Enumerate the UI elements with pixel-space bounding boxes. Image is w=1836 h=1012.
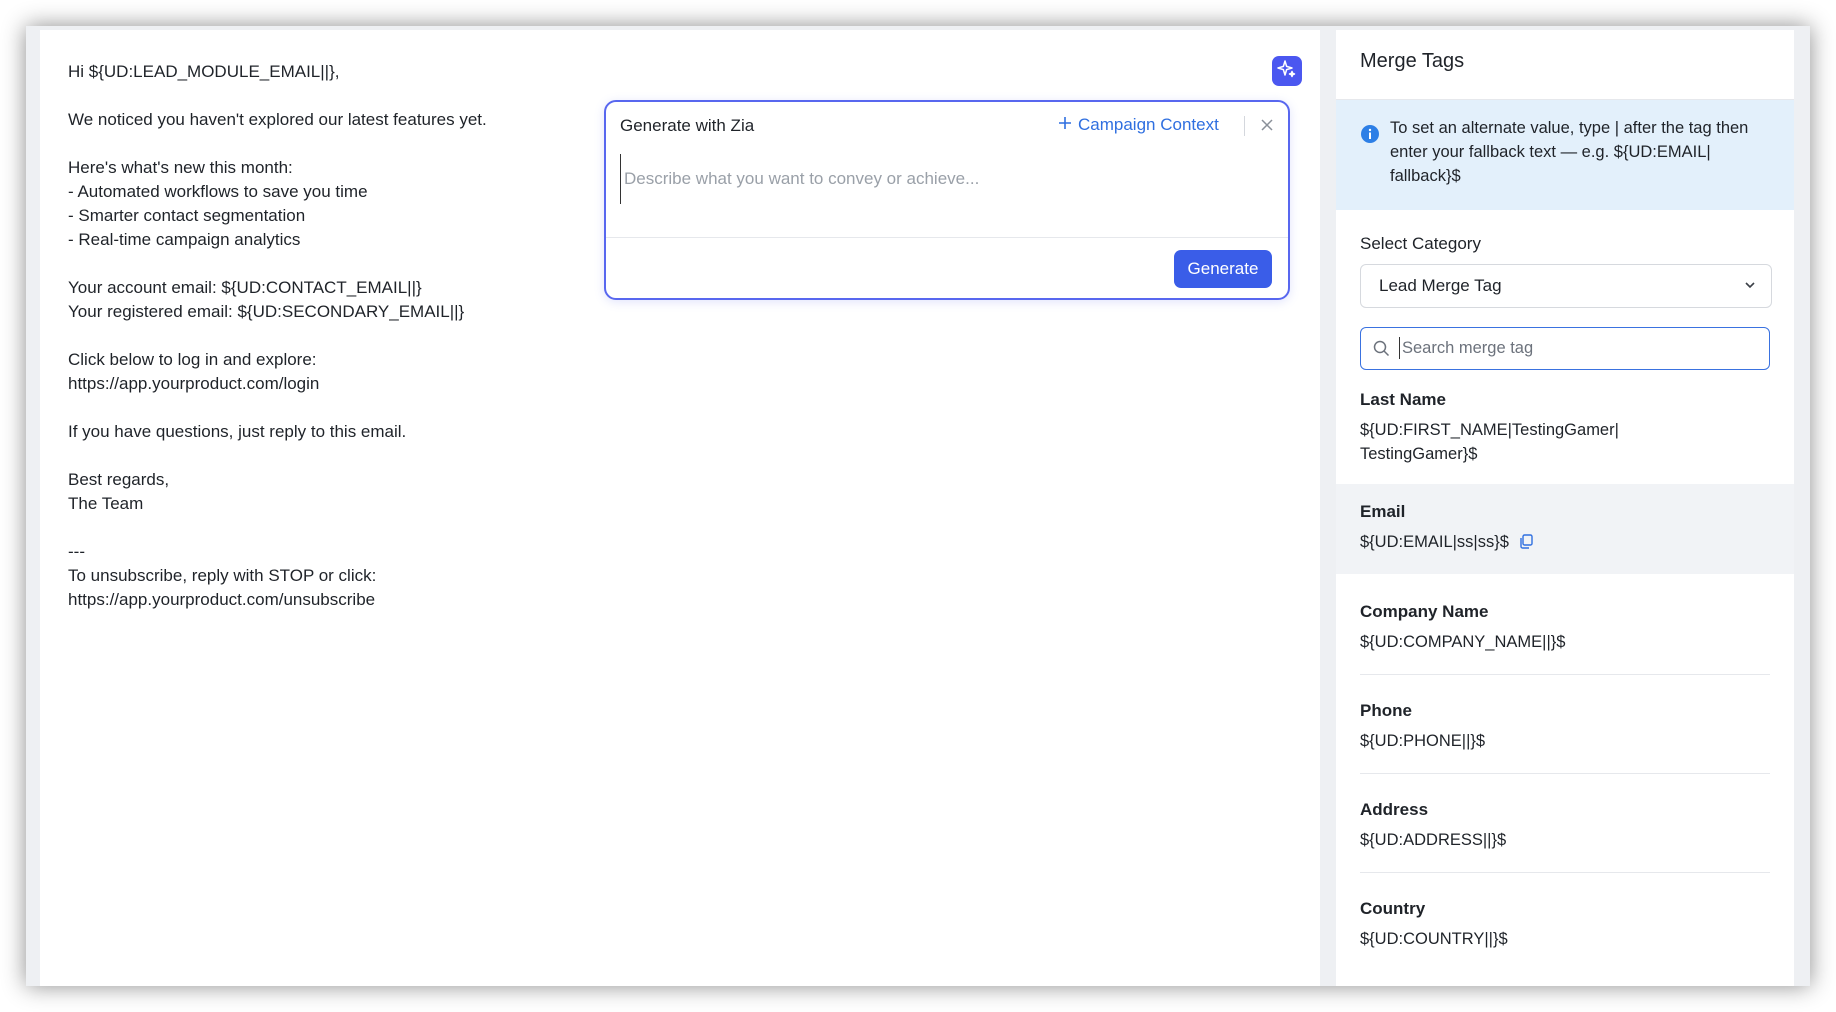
info-text: To set an alternate value, type | after … [1390,119,1749,185]
merge-tag-name: Address [1360,800,1429,819]
email-line: Your account email: ${UD:CONTACT_EMAIL||… [68,278,422,297]
campaign-context-label: Campaign Context [1078,115,1219,134]
merge-tag-item[interactable]: Last Name ${UD:FIRST_NAME|TestingGamer| T… [1336,390,1794,484]
merge-tag-list: Last Name ${UD:FIRST_NAME|TestingGamer| T… [1336,390,1794,971]
search-box[interactable] [1360,327,1770,370]
merge-tag-name: Company Name [1360,602,1489,621]
email-body[interactable]: Hi ${UD:LEAD_MODULE_EMAIL||}, We noticed… [68,60,628,612]
generate-button[interactable]: Generate [1174,250,1272,288]
search-icon [1373,340,1390,362]
info-icon [1360,124,1380,144]
merge-tag-value: ${UD:PHONE||}$ [1360,729,1770,753]
email-line: The Team [68,494,144,513]
merge-tag-name: Last Name [1360,390,1446,409]
chevron-down-icon [1743,278,1757,297]
merge-tag-item[interactable]: Address ${UD:ADDRESS||}$ [1336,774,1794,872]
email-line: Click below to log in and explore: [68,350,317,369]
merge-tag-name: Country [1360,899,1426,918]
merge-tag-name: Phone [1360,701,1412,720]
email-line: Best regards, [68,470,170,489]
email-line: Hi ${UD:LEAD_MODULE_EMAIL||}, [68,62,340,81]
email-line: - Smarter contact segmentation [68,206,306,225]
search-input[interactable] [1399,337,1762,359]
email-line: https://app.yourproduct.com/login [68,374,320,393]
merge-tag-value-text: ${UD:COMPANY_NAME||}$ [1360,633,1566,651]
email-editor[interactable]: Hi ${UD:LEAD_MODULE_EMAIL||}, We noticed… [40,30,1320,986]
email-line [68,252,628,276]
email-line: To unsubscribe, reply with STOP or click… [68,566,377,585]
email-line: Here's what's new this month: [68,158,293,177]
copy-icon[interactable] [1519,532,1533,556]
email-line: If you have questions, just reply to thi… [68,422,407,441]
zia-prompt-input[interactable] [620,154,1274,204]
merge-tag-name: Email [1360,502,1406,521]
email-line: We noticed you haven't explored our late… [68,110,487,129]
sparkle-icon [1277,59,1297,84]
merge-tag-item[interactable]: Country ${UD:COUNTRY||}$ [1336,873,1794,971]
merge-tag-item[interactable]: Phone ${UD:PHONE||}$ [1336,675,1794,773]
email-line [68,84,628,108]
merge-tag-value-text: ${UD:PHONE||}$ [1360,732,1486,750]
merge-tag-value-text: ${UD:EMAIL|ss|ss}$ [1360,533,1509,551]
merge-tag-value-text: ${UD:ADDRESS||}$ [1360,831,1507,849]
merge-tag-item[interactable]: Email ${UD:EMAIL|ss|ss}$ [1336,484,1794,574]
email-line: https://app.yourproduct.com/unsubscribe [68,590,376,609]
email-line [68,132,628,156]
email-line [68,324,628,348]
merge-tag-value: ${UD:ADDRESS||}$ [1360,828,1770,852]
app-window: Hi ${UD:LEAD_MODULE_EMAIL||}, We noticed… [26,26,1810,986]
email-line [68,516,628,540]
merge-tag-value: ${UD:COMPANY_NAME||}$ [1360,630,1770,654]
merge-tag-value: ${UD:COUNTRY||}$ [1360,927,1770,951]
merge-tag-value: ${UD:FIRST_NAME|TestingGamer| TestingGam… [1360,418,1770,466]
close-icon[interactable] [1256,114,1278,136]
merge-tags-panel: Merge Tags To set an alternate value, ty… [1336,30,1794,986]
info-banner: To set an alternate value, type | after … [1336,100,1794,210]
email-line: --- [68,542,85,561]
divider [1244,116,1245,136]
email-line: - Automated workflows to save you time [68,182,368,201]
merge-tag-value-text: ${UD:FIRST_NAME|TestingGamer| TestingGam… [1360,421,1619,463]
zia-button[interactable] [1272,56,1302,86]
email-line [68,444,628,468]
email-line [68,396,628,420]
email-line: Your registered email: ${UD:SECONDARY_EM… [68,302,465,321]
category-select-value: Lead Merge Tag [1379,276,1502,295]
panel-title: Merge Tags [1360,50,1465,72]
email-line: - Real-time campaign analytics [68,230,301,249]
divider [606,237,1288,238]
campaign-context-button[interactable]: Campaign Context [1058,115,1219,135]
zia-generate-panel: Generate with Zia Campaign Context Gener… [604,100,1290,300]
plus-icon [1058,115,1072,135]
merge-tag-item[interactable]: Company Name ${UD:COMPANY_NAME||}$ [1336,574,1794,674]
merge-tag-value-text: ${UD:COUNTRY||}$ [1360,930,1508,948]
category-select[interactable]: Lead Merge Tag [1360,264,1772,308]
select-category-label: Select Category [1360,234,1481,253]
zia-title: Generate with Zia [620,116,755,135]
merge-tag-value: ${UD:EMAIL|ss|ss}$ [1360,530,1770,556]
